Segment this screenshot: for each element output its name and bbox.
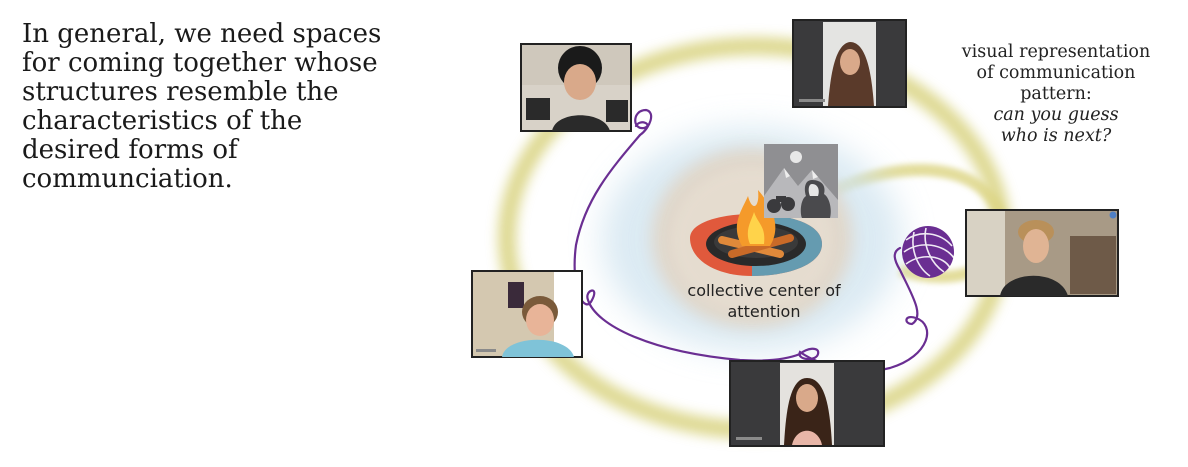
participant-bottom xyxy=(729,360,885,447)
headline-line: characteristics of the xyxy=(22,106,303,136)
participant-top-center xyxy=(792,19,907,108)
caption-line: pattern: xyxy=(1020,84,1092,104)
participant-top-left xyxy=(520,43,632,132)
headline-line: for coming together whose xyxy=(22,48,378,78)
caption-line: of communication xyxy=(976,63,1136,83)
headline-line: structures resemble the xyxy=(22,77,339,107)
headline-line: In general, we need spaces xyxy=(22,19,382,49)
participant-right xyxy=(965,209,1119,297)
center-of-attention-label: collective center of attention xyxy=(664,280,864,322)
headline-line: communciation. xyxy=(22,164,233,194)
yarn-ball-icon xyxy=(902,226,955,278)
landscape-illustration xyxy=(764,144,838,218)
slide: In general, we need spaces for coming to… xyxy=(0,0,1188,467)
headline-line: desired forms of xyxy=(22,135,238,165)
center-label-line: collective center of xyxy=(687,281,841,300)
caption-question-line: who is next? xyxy=(1000,126,1112,146)
caption-question-line: can you guess xyxy=(993,105,1119,125)
headline-text: In general, we need spaces for coming to… xyxy=(22,20,422,194)
pattern-caption: visual representation of communication p… xyxy=(940,42,1172,147)
participant-left xyxy=(471,270,583,358)
caption-line: visual representation xyxy=(961,42,1151,62)
sun-icon xyxy=(790,151,802,163)
center-label-line: attention xyxy=(727,302,801,321)
